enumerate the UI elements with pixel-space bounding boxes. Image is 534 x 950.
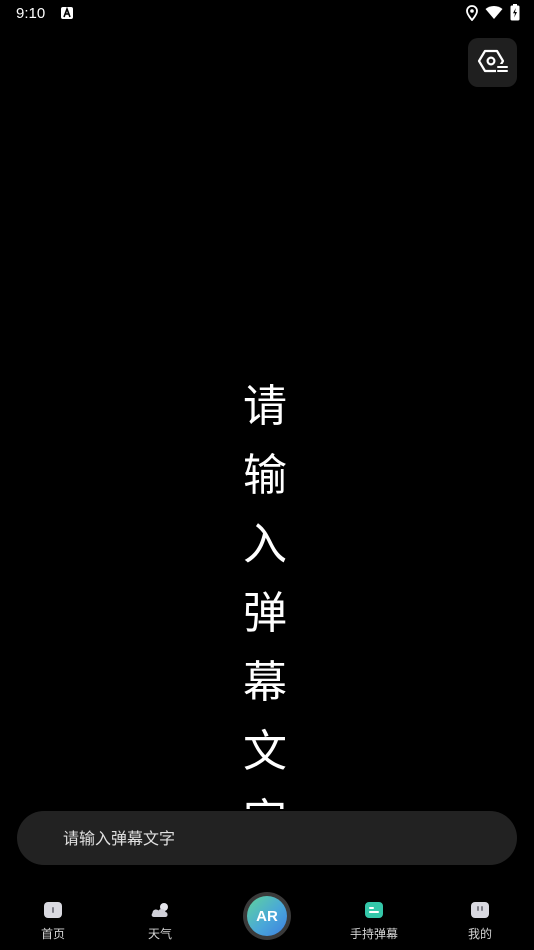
barrage-preview-char: 文 <box>243 726 287 777</box>
battery-charging-icon <box>510 4 520 21</box>
barrage-preview-char: 幕 <box>243 657 287 708</box>
tab-profile-label: 我的 <box>467 927 492 941</box>
barrage-preview-char: 弹 <box>243 588 287 639</box>
location-icon <box>466 4 478 21</box>
barrage-preview-text: 请输入弹幕文字 <box>240 372 290 809</box>
barrage-preview-char: 请 <box>243 381 287 432</box>
tab-home[interactable]: 首页 <box>13 885 93 950</box>
barrage-icon <box>365 902 383 918</box>
a-notification-icon <box>61 7 73 19</box>
weather-icon <box>151 903 168 917</box>
barrage-input-bar[interactable] <box>17 811 517 865</box>
home-icon <box>44 902 62 918</box>
status-bar: 9:10 <box>0 0 534 28</box>
status-time: 9:10 <box>16 5 46 22</box>
ar-button[interactable]: AR <box>243 892 291 940</box>
tab-profile[interactable]: 我的 <box>440 885 520 950</box>
ar-button-label: AR <box>247 896 287 936</box>
wifi-icon <box>485 6 503 19</box>
barrage-preview: 请输入弹幕文字 <box>0 360 534 809</box>
profile-icon <box>471 902 489 918</box>
barrage-text-input[interactable] <box>63 828 517 848</box>
tab-weather[interactable]: 天气 <box>120 885 200 950</box>
status-icons <box>466 4 520 21</box>
tab-handheld-barrage[interactable]: 手持弹幕 <box>334 885 414 950</box>
tab-weather-label: 天气 <box>147 927 172 941</box>
barrage-preview-char: 入 <box>243 519 287 570</box>
tab-home-label: 首页 <box>40 927 65 941</box>
settings-button[interactable] <box>468 38 517 87</box>
settings-icon <box>477 49 510 76</box>
barrage-preview-char: 字 <box>243 786 287 809</box>
barrage-preview-char: 输 <box>243 450 287 501</box>
tab-handheld-barrage-label: 手持弹幕 <box>349 927 398 941</box>
